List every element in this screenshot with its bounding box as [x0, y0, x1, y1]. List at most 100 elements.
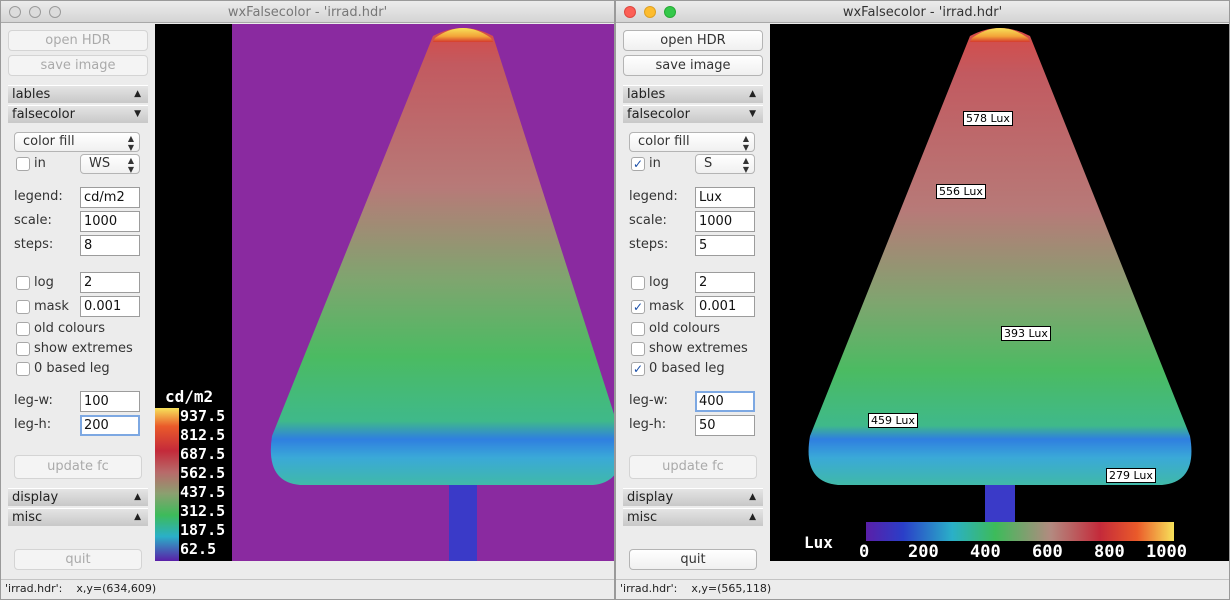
checkmark-icon: ✓ — [632, 300, 644, 314]
legend-value: 62.5 — [180, 540, 217, 558]
mode-select-value: color fill — [638, 134, 690, 149]
leg-w-label: leg-w: — [14, 393, 53, 408]
legend-value: 0 — [859, 542, 870, 562]
log-checkbox[interactable] — [631, 276, 645, 290]
triangle-up-icon: ▲ — [749, 512, 756, 522]
mode-select-value: color fill — [23, 134, 75, 149]
leg-w-label: leg-w: — [629, 393, 668, 408]
legend-value: 400 — [970, 542, 1001, 562]
unit-select-value: WS — [89, 156, 111, 171]
labels-section-header[interactable]: lables ▲ — [623, 85, 763, 103]
misc-section-header[interactable]: misc ▲ — [8, 508, 148, 526]
leg-h-field[interactable]: 200 — [80, 415, 140, 436]
legend-value: 312.5 — [180, 502, 226, 520]
zero-based-leg-checkbox[interactable]: ✓ — [631, 362, 645, 376]
legend-unit: cd/m2 — [165, 387, 214, 406]
quit-button[interactable]: quit — [14, 549, 142, 570]
status-bar: 'irrad.hdr': x,y=(565,118) — [616, 579, 1229, 599]
scale-field[interactable]: 1000 — [695, 211, 755, 232]
update-fc-button[interactable]: update fc — [629, 455, 757, 479]
leg-h-field[interactable]: 50 — [695, 415, 755, 436]
open-hdr-button[interactable]: open HDR — [8, 30, 148, 51]
updown-arrows-icon: ▲ ▼ — [127, 156, 134, 174]
legend-value: 1000 — [1146, 542, 1187, 562]
title-bar[interactable]: wxFalsecolor - 'irrad.hdr' — [1, 1, 614, 23]
save-image-button[interactable]: save image — [623, 55, 763, 76]
display-section-label: display — [627, 490, 674, 505]
open-hdr-button[interactable]: open HDR — [623, 30, 763, 51]
value-label: 578 Lux — [963, 111, 1013, 126]
display-section-label: display — [12, 490, 59, 505]
checkmark-icon: ✓ — [632, 157, 644, 171]
leg-w-field[interactable]: 100 — [80, 391, 140, 412]
value-label: 459 Lux — [868, 413, 918, 428]
legend-field[interactable]: cd/m2 — [80, 187, 140, 208]
show-extremes-checkbox[interactable] — [16, 342, 30, 356]
legend-value: 437.5 — [180, 483, 226, 501]
show-extremes-checkbox[interactable] — [631, 342, 645, 356]
display-section-header[interactable]: display ▲ — [8, 488, 148, 506]
window-title: wxFalsecolor - 'irrad.hdr' — [227, 5, 388, 20]
misc-section-label: misc — [627, 510, 658, 525]
legend-value: 187.5 — [180, 521, 226, 539]
old-colours-checkbox[interactable] — [631, 322, 645, 336]
leg-w-field[interactable]: 400 — [695, 391, 755, 412]
updown-arrows-icon: ▲ ▼ — [742, 134, 749, 152]
labels-section-header[interactable]: lables ▲ — [8, 85, 148, 103]
save-image-button[interactable]: save image — [8, 55, 148, 76]
falsecolor-section-label: falsecolor — [12, 107, 75, 122]
value-label: 279 Lux — [1106, 468, 1156, 483]
stem — [449, 482, 477, 561]
title-bar[interactable]: wxFalsecolor - 'irrad.hdr' — [616, 1, 1229, 23]
mask-checkbox[interactable]: ✓ — [631, 300, 645, 314]
mask-checkbox[interactable] — [16, 300, 30, 314]
legend-value: 812.5 — [180, 426, 226, 444]
control-panel: open HDR save image lables ▲ falsecolor … — [616, 24, 770, 579]
updown-arrows-icon: ▲ ▼ — [127, 134, 134, 152]
falsecolor-section-label: falsecolor — [627, 107, 690, 122]
legend-value: 687.5 — [180, 445, 226, 463]
mode-select[interactable]: color fill ▲ ▼ — [629, 132, 755, 152]
updown-arrows-icon: ▲ ▼ — [742, 156, 749, 174]
legend-value: 800 — [1094, 542, 1125, 562]
old-colours-label: old colours — [34, 321, 105, 336]
falsecolor-section-header[interactable]: falsecolor ▼ — [623, 105, 763, 123]
zero-based-leg-checkbox[interactable] — [16, 362, 30, 376]
in-checkbox[interactable] — [16, 157, 30, 171]
old-colours-checkbox[interactable] — [16, 322, 30, 336]
scale-label: scale: — [14, 213, 52, 228]
image-viewer[interactable]: cd/m2 937.5 812.5 687.5 562.5 437.5 312.… — [155, 24, 614, 579]
value-label: 393 Lux — [1001, 326, 1051, 341]
unit-select[interactable]: S ▲ ▼ — [695, 154, 755, 174]
log-field[interactable]: 2 — [80, 272, 140, 293]
mask-field[interactable]: 0.001 — [80, 296, 140, 317]
triangle-up-icon: ▲ — [749, 89, 756, 99]
scale-field[interactable]: 1000 — [80, 211, 140, 232]
quit-button[interactable]: quit — [629, 549, 757, 570]
steps-field[interactable]: 5 — [695, 235, 755, 256]
scale-label: scale: — [629, 213, 667, 228]
image-viewer[interactable]: Lux 0 200 400 600 800 1000 578 Lux 556 L… — [770, 24, 1229, 579]
mask-label: mask — [34, 299, 69, 314]
mask-field[interactable]: 0.001 — [695, 296, 755, 317]
in-checkbox[interactable]: ✓ — [631, 157, 645, 171]
falsecolor-section-header[interactable]: falsecolor ▼ — [8, 105, 148, 123]
log-field[interactable]: 2 — [695, 272, 755, 293]
mode-select[interactable]: color fill ▲ ▼ — [14, 132, 140, 152]
in-label: in — [34, 156, 46, 171]
update-fc-button[interactable]: update fc — [14, 455, 142, 479]
stem — [985, 482, 1015, 522]
display-section-header[interactable]: display ▲ — [623, 488, 763, 506]
labels-section-label: lables — [627, 87, 666, 102]
steps-field[interactable]: 8 — [80, 235, 140, 256]
legend-field[interactable]: Lux — [695, 187, 755, 208]
log-checkbox[interactable] — [16, 276, 30, 290]
control-panel: open HDR save image lables ▲ falsecolor … — [1, 24, 155, 579]
triangle-down-icon: ▼ — [749, 109, 756, 119]
legend-label: legend: — [14, 189, 63, 204]
unit-select[interactable]: WS ▲ ▼ — [80, 154, 140, 174]
show-extremes-label: show extremes — [649, 341, 748, 356]
misc-section-header[interactable]: misc ▲ — [623, 508, 763, 526]
legend-value: 600 — [1032, 542, 1063, 562]
steps-label: steps: — [14, 237, 54, 252]
